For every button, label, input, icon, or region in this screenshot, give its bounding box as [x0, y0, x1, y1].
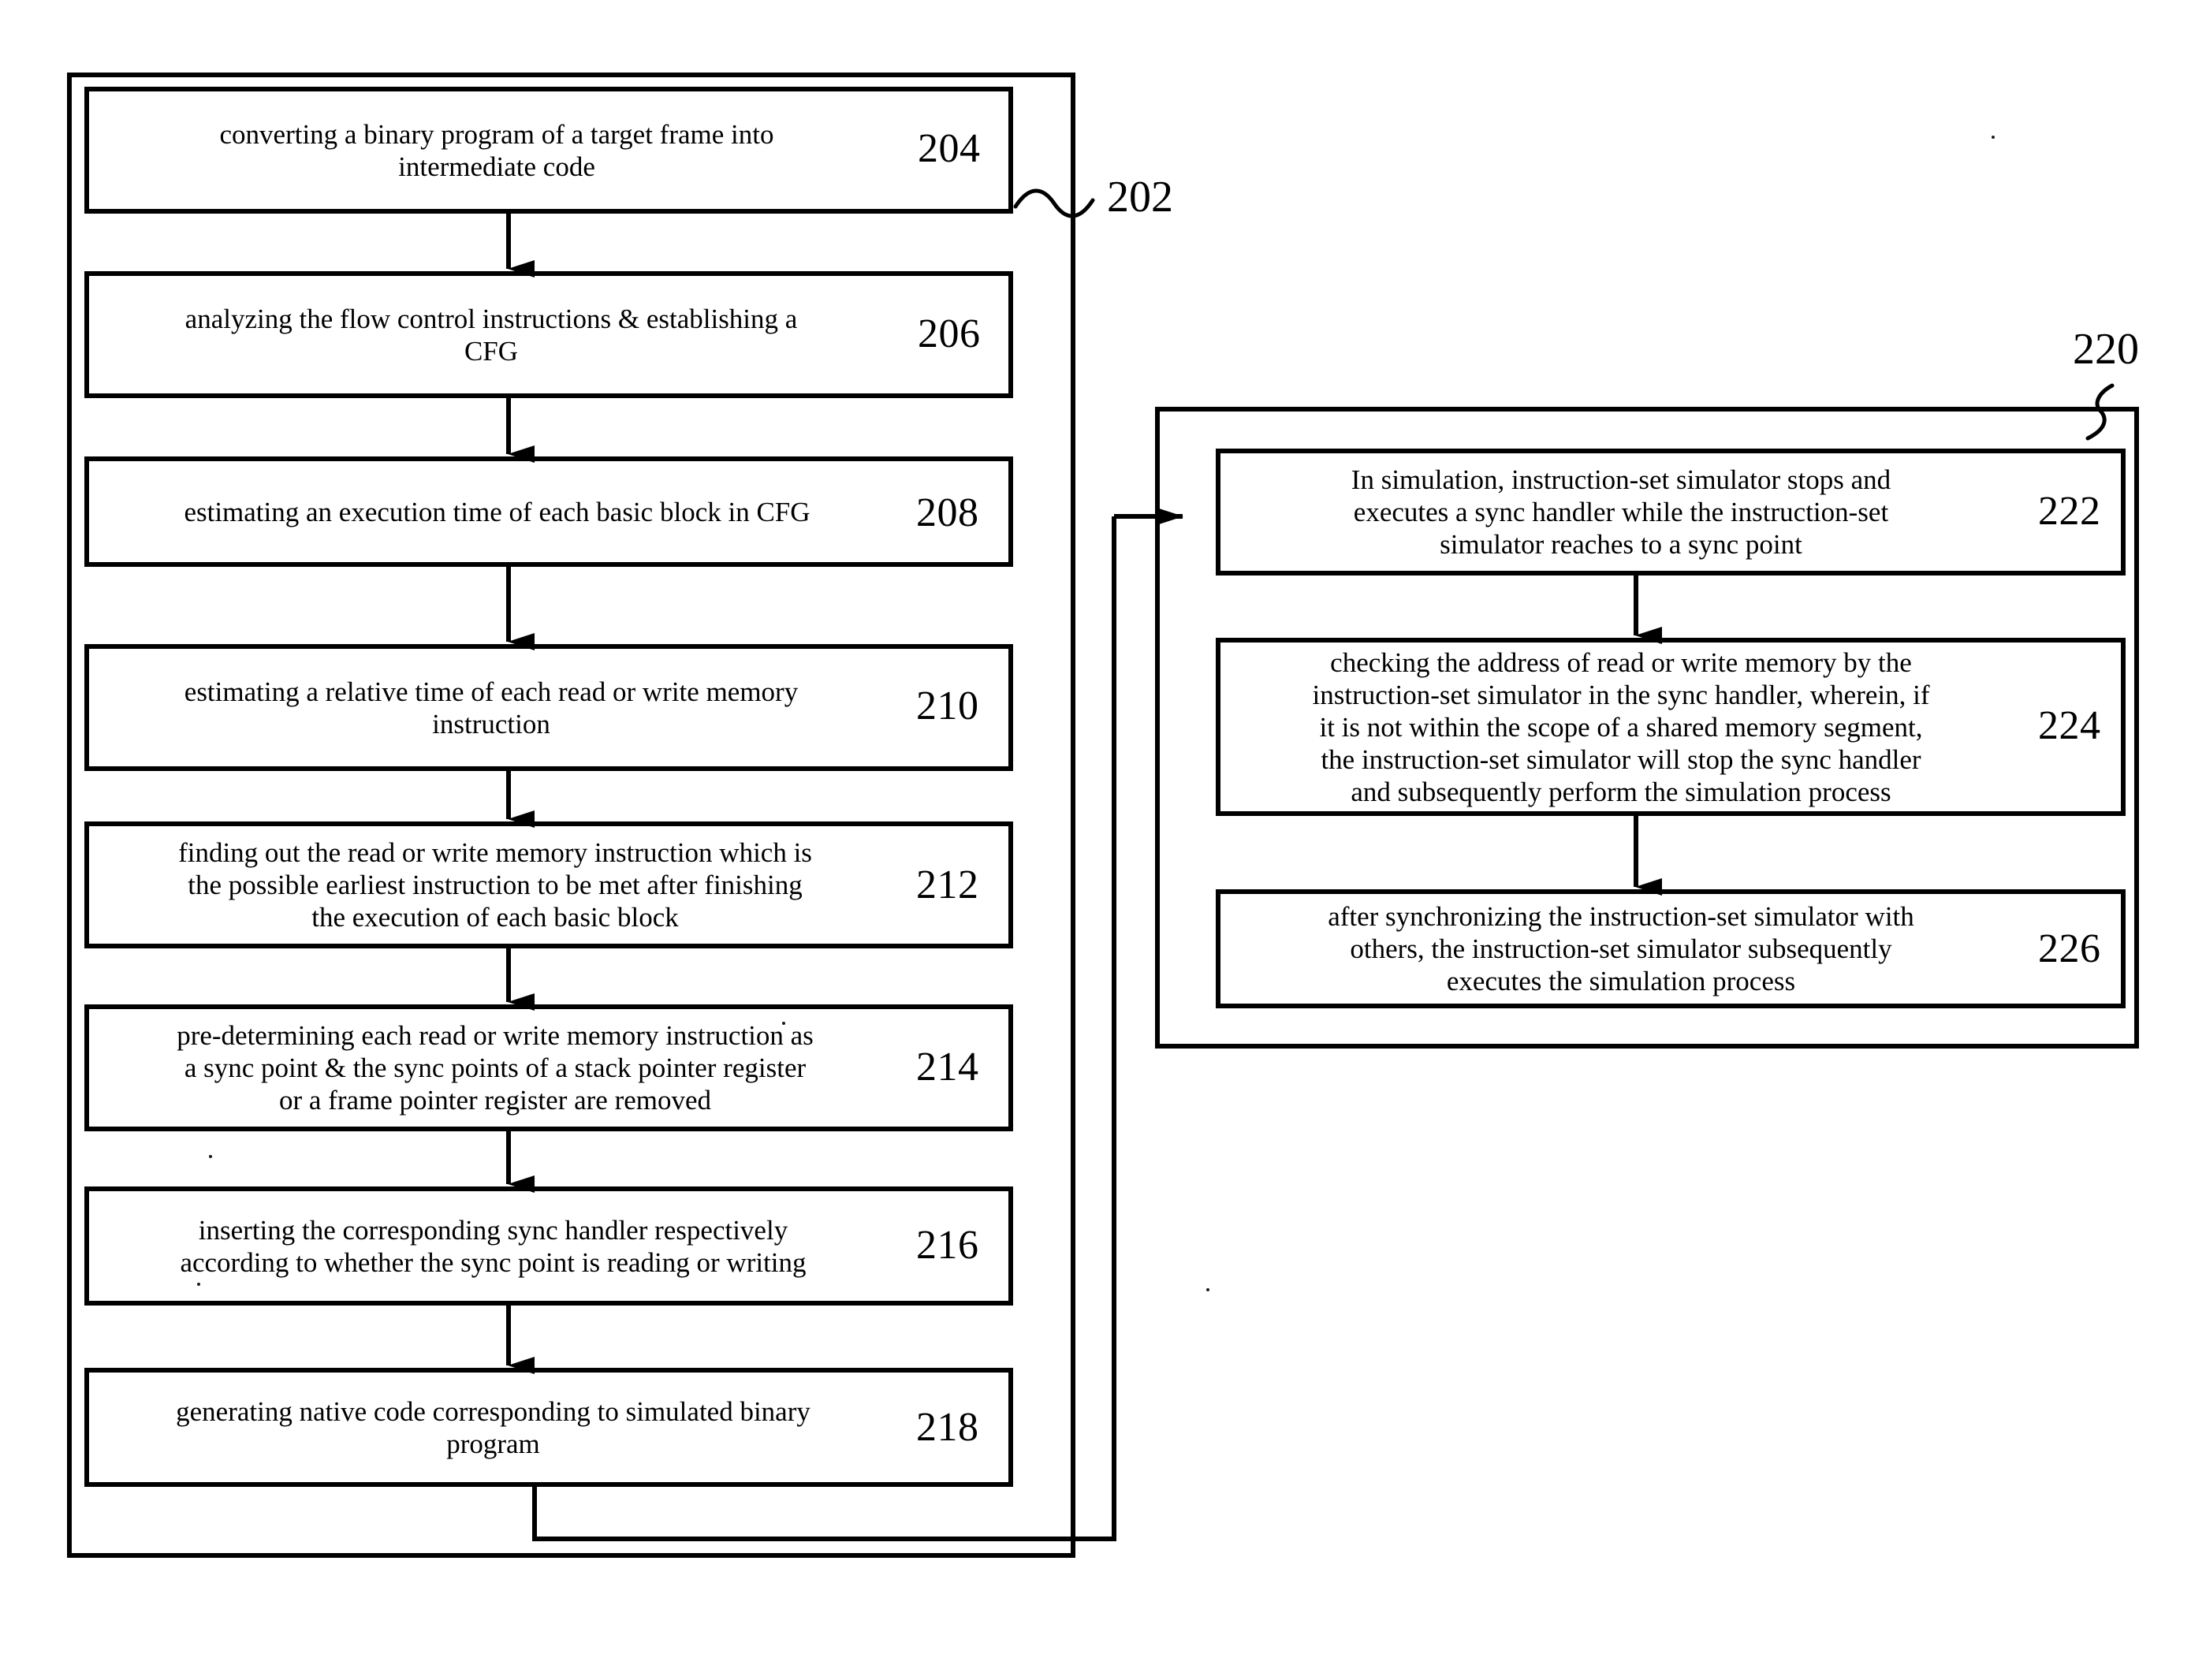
step-box-206 — [84, 271, 1013, 398]
step-box-218 — [84, 1368, 1013, 1487]
step-ref-218: 218 — [916, 1405, 979, 1450]
scan-speck — [209, 1155, 212, 1158]
step-box-216 — [84, 1186, 1013, 1306]
step-box-208 — [84, 456, 1013, 567]
step-ref-224: 224 — [2038, 703, 2101, 748]
leader-squiggle-202 — [1013, 188, 1095, 218]
scan-speck — [1992, 136, 1995, 139]
diagram-vector-layer — [67, 73, 2139, 1558]
step-ref-208: 208 — [916, 490, 979, 535]
step-ref-212: 212 — [916, 862, 979, 907]
step-box-210 — [84, 644, 1013, 771]
container-ref-220: 220 — [2073, 325, 2139, 374]
step-ref-226: 226 — [2038, 926, 2101, 971]
leader-squiggle-220 — [2085, 383, 2115, 441]
step-ref-206: 206 — [918, 311, 981, 356]
scan-speck — [782, 1022, 785, 1025]
container-ref-202: 202 — [1107, 173, 1173, 222]
step-ref-216: 216 — [916, 1223, 979, 1268]
step-ref-204: 204 — [918, 126, 981, 171]
step-ref-214: 214 — [916, 1045, 979, 1090]
scan-speck — [1206, 1288, 1209, 1291]
patent-flowchart-figure: converting a binary program of a target … — [0, 0, 2206, 1680]
scan-speck — [197, 1283, 200, 1286]
step-box-222 — [1216, 449, 2126, 576]
step-box-212 — [84, 821, 1013, 948]
step-box-214 — [84, 1004, 1013, 1131]
step-box-224 — [1216, 638, 2126, 816]
step-box-226 — [1216, 889, 2126, 1008]
step-box-204 — [84, 87, 1013, 214]
step-ref-210: 210 — [916, 684, 979, 728]
step-ref-222: 222 — [2038, 489, 2101, 534]
